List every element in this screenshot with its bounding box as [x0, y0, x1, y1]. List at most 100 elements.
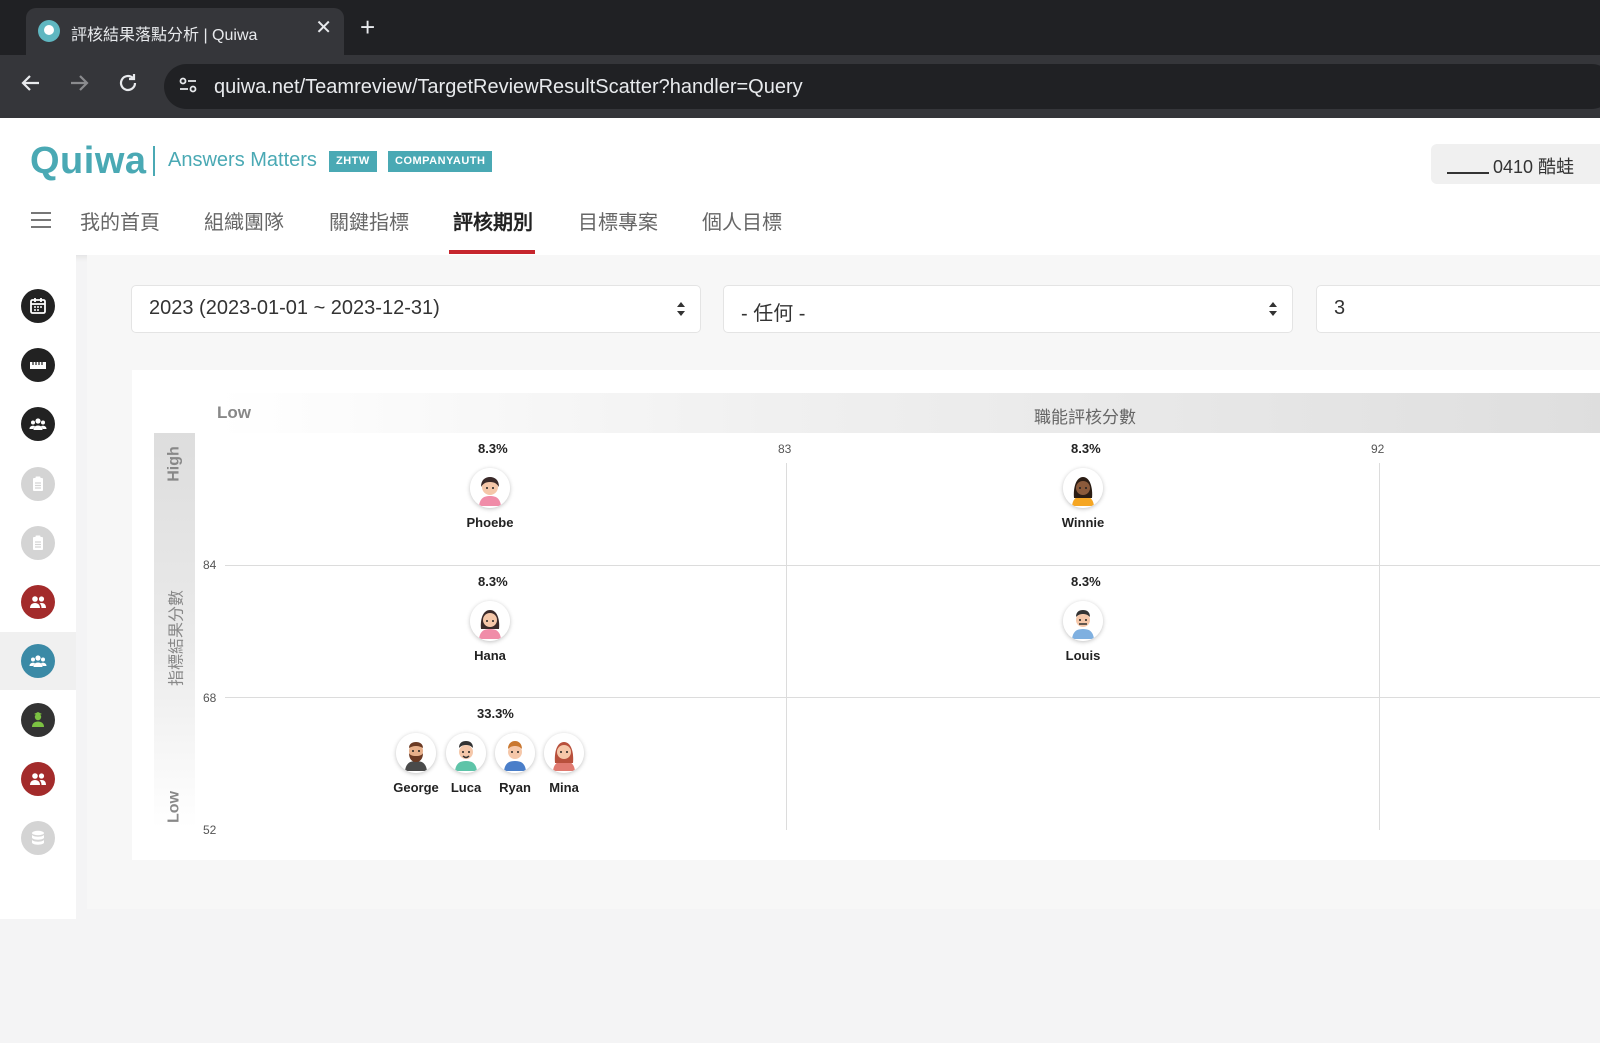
grid-line-83: [786, 463, 787, 830]
avatar: [396, 733, 436, 773]
group-select[interactable]: - 任何 -: [723, 285, 1293, 333]
ruler-icon: [21, 348, 55, 382]
count-select-value: 3: [1334, 297, 1346, 319]
menu-projects[interactable]: 目標專案: [578, 206, 658, 235]
x-axis-title: 職能評核分數: [1034, 408, 1136, 427]
sidebar-item-ruler[interactable]: [0, 336, 76, 394]
cell-percentage: 33.3%: [477, 706, 514, 721]
grid-line-84: [225, 565, 1600, 566]
y-tick: 68: [203, 691, 217, 705]
y-axis-title: 指標結果分數: [168, 590, 186, 687]
browser-toolbar: quiwa.net/Teamreview/TargetReviewResultS…: [0, 55, 1600, 118]
sidebar-item-person[interactable]: [0, 691, 76, 749]
sidebar-item-group[interactable]: [0, 632, 76, 690]
x-axis-low-label: Low: [217, 403, 251, 422]
address-bar[interactable]: quiwa.net/Teamreview/TargetReviewResultS…: [164, 64, 1600, 109]
menu-home[interactable]: 我的首頁: [80, 206, 160, 235]
sidebar-item-calendar[interactable]: [0, 277, 76, 335]
menu-review-period[interactable]: 評核期別: [453, 206, 533, 235]
sidebar: [0, 255, 76, 919]
scatter-panel: Low 職能評核分數 High 指標結果分數 Low 83 92 84 68 5…: [132, 370, 1600, 860]
group-select-value: - 任何 -: [741, 303, 806, 325]
x-tick: 92: [1371, 442, 1385, 456]
forward-arrow-icon[interactable]: [68, 72, 90, 100]
reload-icon[interactable]: [117, 72, 139, 100]
user-name: 0410 酷蛙: [1493, 157, 1575, 177]
avatar: [495, 733, 535, 773]
person-phoebe[interactable]: Phoebe: [460, 468, 520, 530]
person-louis[interactable]: Louis: [1053, 601, 1113, 663]
y-tick: 52: [203, 823, 217, 837]
avatar: [544, 733, 584, 773]
browser-tab[interactable]: 評核結果落點分析 | Quiwa ✕: [26, 8, 344, 55]
avatar: [446, 733, 486, 773]
database-icon: [21, 821, 55, 855]
menu-kpi[interactable]: 關鍵指標: [329, 206, 409, 235]
main-content: 2023 (2023-01-01 ~ 2023-12-31) - 任何 - 3 …: [87, 255, 1600, 909]
quiwa-favicon-icon: [38, 20, 60, 42]
person-icon: [21, 703, 55, 737]
sidebar-item-clipboard-2[interactable]: [0, 514, 76, 572]
logo-divider: [153, 146, 155, 176]
cell-percentage: 8.3%: [1071, 574, 1101, 589]
browser-tab-bar: 評核結果落點分析 | Quiwa ✕ +: [0, 0, 1600, 55]
auth-badge: COMPANYAUTH: [388, 151, 493, 172]
team-icon: [21, 407, 55, 441]
person-name: Hana: [474, 648, 506, 663]
person-name: Mina: [549, 780, 579, 795]
site-settings-icon[interactable]: [178, 75, 198, 97]
tab-title: 評核結果落點分析 | Quiwa: [71, 27, 258, 44]
url-text: quiwa.net/Teamreview/TargetReviewResultS…: [214, 76, 803, 98]
avatar: [1063, 468, 1103, 508]
y-axis-low-label: Low: [165, 791, 183, 823]
cell-percentage: 8.3%: [478, 574, 508, 589]
avatar: [470, 468, 510, 508]
person-name: Phoebe: [466, 515, 514, 530]
sidebar-item-clipboard[interactable]: [0, 455, 76, 513]
avatar: [470, 601, 510, 641]
select-arrows-icon: [677, 302, 685, 316]
avatar: [1063, 601, 1103, 641]
tagline: Answers Matters: [168, 149, 317, 171]
sidebar-item-users[interactable]: [0, 573, 76, 631]
group-icon: [21, 644, 55, 678]
menu-personal-goals[interactable]: 個人目標: [702, 206, 782, 235]
calendar-icon: [21, 289, 55, 323]
cell-percentage: 8.3%: [478, 441, 508, 456]
person-name: Louis: [1065, 648, 1101, 663]
tab-close-icon[interactable]: ✕: [315, 18, 332, 38]
count-select[interactable]: 3: [1316, 285, 1600, 333]
app-header: Quiwa Answers Matters ZHTW COMPANYAUTH 0…: [0, 118, 1600, 255]
select-arrows-icon: [1269, 302, 1277, 316]
users-icon: [21, 762, 55, 796]
sidebar-item-team[interactable]: [0, 395, 76, 453]
clipboard-icon: [21, 526, 55, 560]
quiwa-logo[interactable]: Quiwa: [30, 140, 147, 183]
clipboard-icon: [21, 467, 55, 501]
period-select-value: 2023 (2023-01-01 ~ 2023-12-31): [149, 297, 440, 319]
x-axis-header: Low 職能評核分數: [217, 393, 1600, 433]
cell-percentage: 8.3%: [1071, 441, 1101, 456]
grid-line-92: [1379, 463, 1380, 830]
user-menu[interactable]: 0410 酷蛙: [1431, 144, 1600, 184]
menu-organization[interactable]: 組織團隊: [204, 206, 284, 235]
hamburger-menu-icon[interactable]: [31, 212, 51, 228]
sidebar-item-database[interactable]: [0, 809, 76, 867]
y-axis-high-label: High: [165, 446, 183, 482]
person-mina[interactable]: Mina: [534, 733, 594, 795]
users-icon: [21, 585, 55, 619]
x-tick: 83: [778, 442, 792, 456]
back-arrow-icon[interactable]: [20, 72, 42, 100]
person-hana[interactable]: Hana: [460, 601, 520, 663]
user-underline: [1447, 172, 1489, 174]
new-tab-button[interactable]: +: [360, 14, 375, 40]
active-menu-underline: [449, 250, 535, 254]
person-winnie[interactable]: Winnie: [1053, 468, 1113, 530]
language-badge: ZHTW: [329, 151, 377, 172]
y-tick: 84: [203, 558, 217, 572]
sidebar-item-users-2[interactable]: [0, 750, 76, 808]
y-axis-bar: High 指標結果分數 Low: [154, 433, 195, 828]
person-name: Winnie: [1061, 515, 1105, 530]
grid-line-68: [225, 697, 1600, 698]
period-select[interactable]: 2023 (2023-01-01 ~ 2023-12-31): [131, 285, 701, 333]
